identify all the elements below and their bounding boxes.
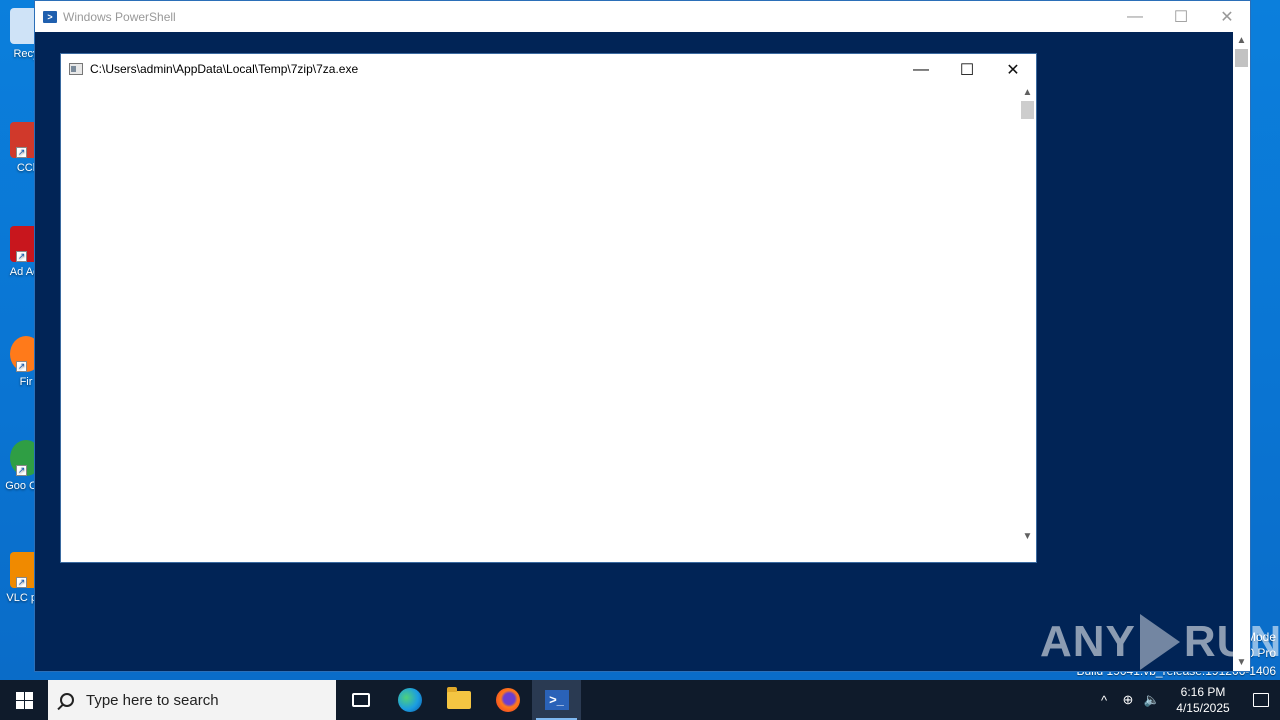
powershell-icon: >_ [544,690,569,710]
console-window[interactable]: C:\Users\admin\AppData\Local\Temp\7zip\7… [60,53,1037,563]
scroll-up-arrow-icon[interactable]: ▲ [1019,84,1036,101]
play-icon [1139,614,1180,670]
file-explorer-taskbar-button[interactable] [434,680,483,720]
powershell-taskbar-button[interactable]: >_ [532,680,581,720]
maximize-button[interactable]: ☐ [944,54,990,85]
system-tray: ^ ⊕ 🔈 6:16 PM 4/15/2025 [1092,680,1280,720]
window-title: Windows PowerShell [63,9,176,24]
close-button[interactable]: ✕ [1204,1,1250,32]
shortcut-arrow-icon: ↗ [16,577,27,588]
watermark-text-right: RUN [1183,617,1280,666]
edge-taskbar-button[interactable] [385,680,434,720]
scrollbar-thumb[interactable] [1021,101,1034,119]
file-explorer-icon [446,687,471,709]
scroll-up-arrow-icon[interactable]: ▲ [1233,32,1250,49]
network-icon[interactable]: ⊕ [1116,692,1140,708]
action-center-button[interactable] [1242,693,1280,707]
watermark-text-left: ANY [1040,617,1136,666]
task-view-icon [351,693,370,707]
firefox-taskbar-button[interactable] [483,680,532,720]
taskbar-search-box[interactable]: Type here to search [48,680,336,720]
shortcut-arrow-icon: ↗ [16,251,27,262]
window-title: C:\Users\admin\AppData\Local\Temp\7zip\7… [90,62,359,76]
search-placeholder: Type here to search [86,691,219,709]
scroll-down-arrow-icon[interactable]: ▼ [1019,528,1036,545]
console-app-icon [69,63,83,75]
windows-logo-icon [15,691,33,709]
notification-icon [1253,693,1269,707]
task-view-button[interactable] [336,680,385,720]
clock[interactable]: 6:16 PM 4/15/2025 [1164,684,1242,716]
search-icon [60,693,74,707]
console-titlebar[interactable]: C:\Users\admin\AppData\Local\Temp\7zip\7… [61,54,1036,84]
show-hidden-icons-chevron-icon[interactable]: ^ [1092,693,1116,708]
console-output-area[interactable] [61,84,1019,562]
scrollbar-thumb[interactable] [1235,49,1248,67]
shortcut-arrow-icon: ↗ [16,147,27,158]
start-button[interactable] [0,680,48,720]
shortcut-arrow-icon: ↗ [16,465,27,476]
volume-icon[interactable]: 🔈 [1140,692,1164,708]
powershell-titlebar[interactable]: > Windows PowerShell — ☐ ✕ [35,1,1250,32]
powershell-icon: > [43,10,57,23]
clock-time: 6:16 PM [1180,685,1226,699]
close-button[interactable]: ✕ [990,54,1036,85]
firefox-icon [495,688,520,712]
minimize-button[interactable]: — [898,54,944,85]
taskbar: Type here to search >_ ^ ⊕ 🔈 6:16 PM 4/1… [0,680,1280,720]
shortcut-arrow-icon: ↗ [16,361,27,372]
vertical-scrollbar[interactable]: ▲ ▼ [1019,84,1036,545]
minimize-button[interactable]: — [1112,1,1158,32]
maximize-button[interactable]: ☐ [1158,1,1204,32]
clock-date: 4/15/2025 [1176,701,1230,715]
vertical-scrollbar[interactable]: ▲ ▼ [1233,32,1250,671]
edge-icon [397,688,422,712]
anyrun-watermark: ANY RUN [1040,612,1280,672]
